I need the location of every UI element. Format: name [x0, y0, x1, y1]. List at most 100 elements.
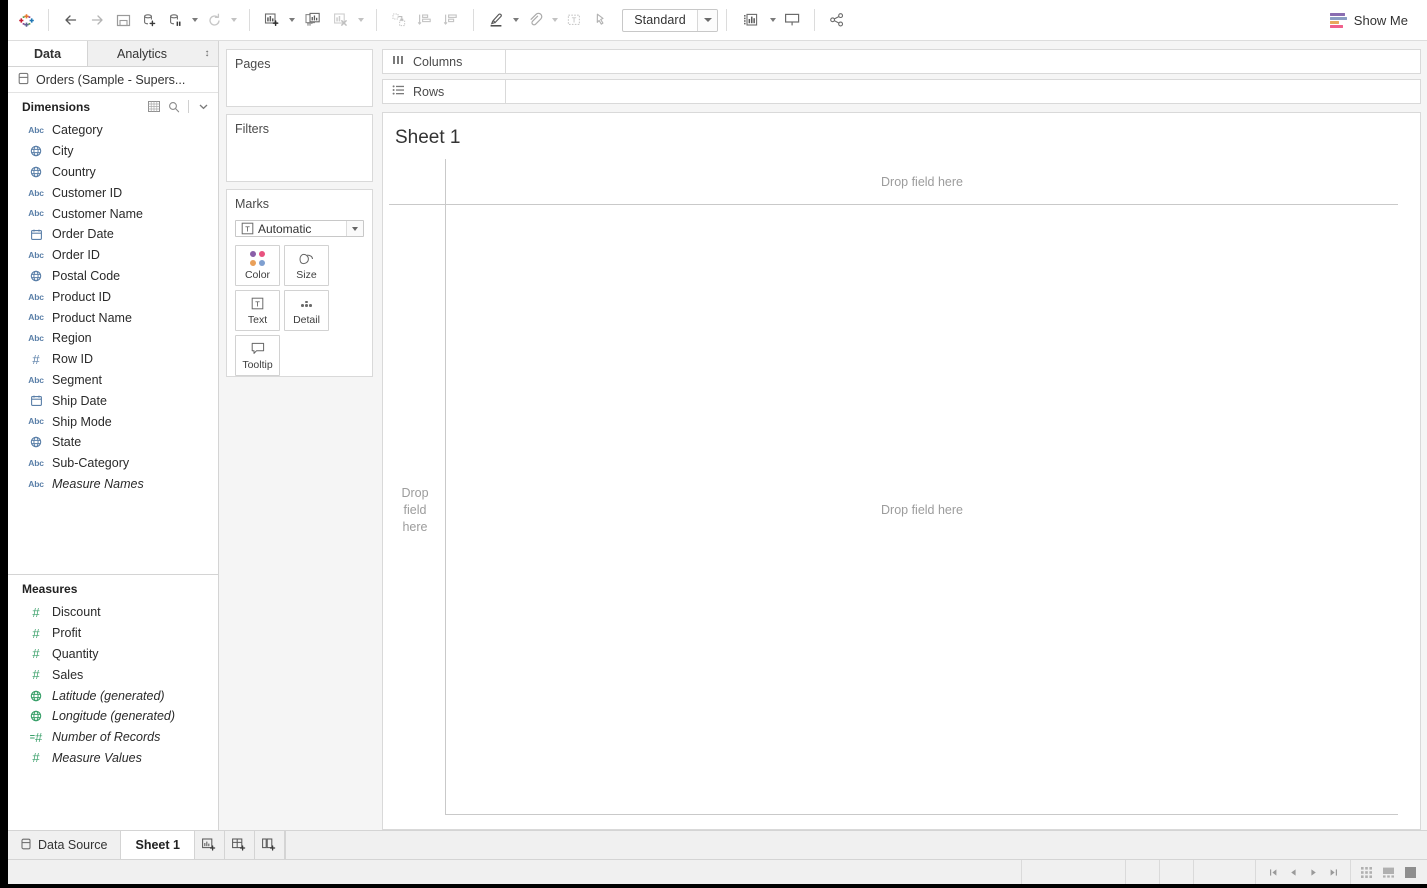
- view-canvas[interactable]: Drop field here: [445, 205, 1398, 815]
- grid-view-icon[interactable]: [146, 99, 161, 114]
- swap-rows-columns-icon[interactable]: [386, 7, 412, 33]
- pause-updates-chevron-down-icon[interactable]: [188, 7, 201, 33]
- mark-type-select[interactable]: T Automatic: [235, 220, 364, 237]
- row-drop-zone[interactable]: Drop field here: [389, 205, 445, 815]
- worksheet-area: Columns Rows Sheet 1 Drop field here Dro…: [379, 41, 1427, 830]
- refresh-data-source-icon[interactable]: [201, 7, 227, 33]
- forward-icon[interactable]: [84, 7, 110, 33]
- save-icon[interactable]: [110, 7, 136, 33]
- fit-select-chevron-down-icon[interactable]: [697, 9, 717, 31]
- data-pane-collapse-icon[interactable]: ↕: [196, 41, 218, 66]
- sort-ascending-icon[interactable]: [412, 7, 438, 33]
- last-page-button[interactable]: [1324, 860, 1342, 884]
- field-item[interactable]: # Measure Values: [8, 748, 218, 769]
- chevron-down-icon[interactable]: [196, 99, 211, 114]
- main-toolbar: T Standard Show Me: [8, 0, 1427, 41]
- rows-shelf-dropzone[interactable]: [506, 79, 1421, 104]
- field-item[interactable]: # Discount: [8, 602, 218, 623]
- toolbar-divider: [726, 9, 727, 31]
- field-item[interactable]: Abc Order ID: [8, 245, 218, 266]
- show-me-button[interactable]: Show Me: [1325, 0, 1413, 41]
- field-item[interactable]: Country: [8, 162, 218, 183]
- sort-descending-icon[interactable]: [438, 7, 464, 33]
- mark-type-chevron-down-icon[interactable]: [346, 221, 363, 236]
- tab-data[interactable]: Data: [8, 41, 88, 66]
- tab-analytics[interactable]: Analytics: [88, 41, 196, 66]
- field-item[interactable]: Abc Category: [8, 120, 218, 141]
- field-item[interactable]: # Quantity: [8, 644, 218, 665]
- field-item[interactable]: Postal Code: [8, 266, 218, 287]
- pause-data-updates-icon[interactable]: [162, 7, 188, 33]
- data-source-label: Orders (Sample - Supers...: [36, 72, 186, 87]
- previous-page-button[interactable]: [1284, 860, 1302, 884]
- field-item[interactable]: Abc Segment: [8, 370, 218, 391]
- columns-icon: [392, 54, 405, 69]
- new-data-source-icon[interactable]: [136, 7, 162, 33]
- filters-card[interactable]: Filters: [226, 114, 373, 182]
- new-worksheet-icon[interactable]: [259, 7, 285, 33]
- tab-data-source[interactable]: Data Source: [8, 831, 122, 859]
- marks-color-button[interactable]: Color: [235, 245, 280, 286]
- clear-sheet-chevron-down-icon[interactable]: [354, 7, 367, 33]
- show-hide-cards-chevron-down-icon[interactable]: [766, 7, 779, 33]
- next-page-button[interactable]: [1304, 860, 1322, 884]
- field-item[interactable]: Abc Customer ID: [8, 182, 218, 203]
- new-story-tab-button[interactable]: [255, 831, 285, 859]
- fix-axes-icon[interactable]: [587, 7, 613, 33]
- field-item[interactable]: Abc Measure Names: [8, 474, 218, 495]
- first-page-button[interactable]: [1264, 860, 1282, 884]
- field-item[interactable]: City: [8, 141, 218, 162]
- clear-sheet-icon[interactable]: [328, 7, 354, 33]
- highlight-icon[interactable]: [483, 7, 509, 33]
- field-item[interactable]: # Row ID: [8, 349, 218, 370]
- abc-type-icon: Abc: [28, 249, 44, 260]
- show-cards-view-button[interactable]: [1357, 863, 1376, 882]
- marks-detail-button[interactable]: Detail: [284, 290, 329, 331]
- field-item[interactable]: Ship Date: [8, 390, 218, 411]
- tab-sheet-1[interactable]: Sheet 1: [121, 831, 195, 859]
- field-item[interactable]: Longitude (generated): [8, 706, 218, 727]
- show-hide-cards-icon[interactable]: [736, 7, 766, 33]
- marks-text-button[interactable]: T Text: [235, 290, 280, 331]
- refresh-chevron-down-icon[interactable]: [227, 7, 240, 33]
- toolbar-nav-group: [53, 0, 245, 40]
- field-item[interactable]: Abc Product ID: [8, 286, 218, 307]
- field-item[interactable]: = # Number of Records: [8, 727, 218, 748]
- search-icon[interactable]: [166, 99, 181, 114]
- field-item[interactable]: Abc Customer Name: [8, 203, 218, 224]
- filmstrip-view-button[interactable]: [1379, 863, 1398, 882]
- show-mark-labels-icon[interactable]: T: [561, 7, 587, 33]
- geographic-type-icon: [28, 690, 44, 702]
- field-item[interactable]: Latitude (generated): [8, 685, 218, 706]
- worksheet-title[interactable]: Sheet 1: [383, 113, 1420, 159]
- tableau-logo-icon[interactable]: [13, 7, 39, 33]
- field-item[interactable]: State: [8, 432, 218, 453]
- field-item[interactable]: Abc Product Name: [8, 307, 218, 328]
- field-label: Customer Name: [52, 206, 143, 221]
- field-item[interactable]: Abc Ship Mode: [8, 411, 218, 432]
- marks-tooltip-button[interactable]: Tooltip: [235, 335, 280, 376]
- duplicate-sheet-icon[interactable]: [298, 7, 328, 33]
- new-dashboard-tab-button[interactable]: [225, 831, 255, 859]
- fit-select[interactable]: Standard: [622, 8, 718, 32]
- presentation-mode-icon[interactable]: [779, 7, 805, 33]
- new-worksheet-chevron-down-icon[interactable]: [285, 7, 298, 33]
- group-chevron-down-icon[interactable]: [548, 7, 561, 33]
- sheet-view-button[interactable]: [1401, 863, 1420, 882]
- field-item[interactable]: # Sales: [8, 664, 218, 685]
- field-item[interactable]: # Profit: [8, 623, 218, 644]
- field-item[interactable]: Order Date: [8, 224, 218, 245]
- group-members-icon[interactable]: [522, 7, 548, 33]
- column-drop-zone[interactable]: Drop field here: [445, 159, 1398, 205]
- pages-card[interactable]: Pages: [226, 49, 373, 107]
- marks-size-button[interactable]: Size: [284, 245, 329, 286]
- new-worksheet-tab-button[interactable]: [195, 831, 225, 859]
- field-item[interactable]: Abc Sub-Category: [8, 453, 218, 474]
- highlight-chevron-down-icon[interactable]: [509, 7, 522, 33]
- field-item[interactable]: Abc Region: [8, 328, 218, 349]
- data-source-item[interactable]: Orders (Sample - Supers...: [8, 67, 218, 93]
- back-icon[interactable]: [58, 7, 84, 33]
- toolbar-sort-group: [381, 0, 469, 40]
- share-workbook-icon[interactable]: [824, 7, 850, 33]
- columns-shelf-dropzone[interactable]: [506, 49, 1421, 74]
